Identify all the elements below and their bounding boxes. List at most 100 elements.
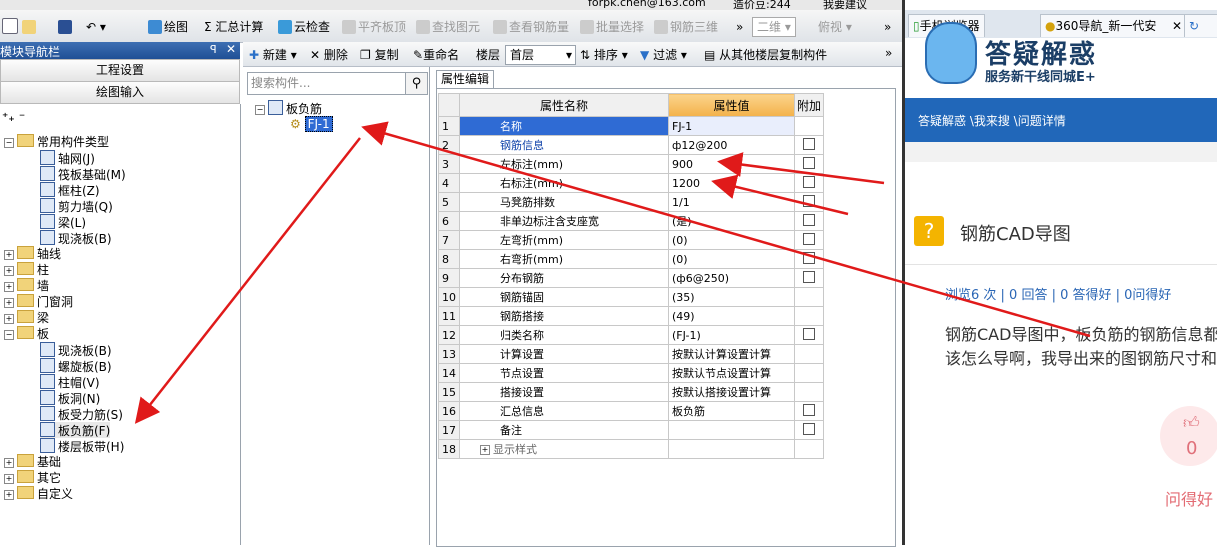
tree-item[interactable]: 现浇板(B)	[40, 342, 112, 358]
save-icon[interactable]	[58, 18, 74, 36]
find-element-button[interactable]: 查找图元	[416, 18, 480, 36]
extra-checkbox[interactable]	[803, 270, 815, 283]
view-rebar-button[interactable]: 查看钢筋量	[493, 18, 569, 36]
new-component-button[interactable]: ✚ 新建 ▾	[249, 46, 297, 63]
component-root[interactable]: − 板负筋	[255, 100, 322, 116]
tree-item[interactable]: 螺旋板(B)	[40, 358, 112, 374]
collapse-icon[interactable]: −	[255, 105, 265, 115]
floor-select[interactable]: 首层 ▾	[505, 45, 576, 65]
property-value[interactable]: 按默认计算设置计算	[668, 344, 795, 364]
extra-cell[interactable]	[794, 268, 824, 288]
expand-icon[interactable]: +	[4, 266, 14, 276]
suggest-link[interactable]: 我要建议	[823, 0, 867, 10]
property-value[interactable]: 按默认搭接设置计算	[668, 382, 795, 402]
property-row[interactable]: 16 汇总信息 板负筋	[438, 401, 824, 421]
property-value[interactable]: 板负筋	[668, 401, 795, 421]
property-value[interactable]: (49)	[668, 306, 795, 326]
breadcrumb-text[interactable]: 答疑解惑 \我来搜 \问题详情	[918, 112, 1066, 129]
property-value[interactable]: (0)	[668, 249, 795, 269]
property-row[interactable]: 6 非单边标注含支座宽 (是)	[438, 211, 824, 231]
property-row[interactable]: 4 右标注(mm) 1200	[438, 173, 824, 193]
property-row[interactable]: 18 + 显示样式	[438, 439, 824, 459]
component-search-input[interactable]: 搜索构件...	[247, 72, 407, 95]
property-row[interactable]: 15 搭接设置 按默认搭接设置计算	[438, 382, 824, 402]
tree-folder[interactable]: + 柱	[4, 262, 49, 278]
expand-icon[interactable]: +	[4, 282, 14, 292]
tree-folder[interactable]: + 自定义	[4, 486, 73, 502]
property-row[interactable]: 12 归类名称 (FJ-1)	[438, 325, 824, 345]
toolbar-more-icon-2[interactable]: »	[884, 18, 891, 36]
property-row[interactable]: 11 钢筋搭接 (49)	[438, 306, 824, 326]
tree-item[interactable]: 板负筋(F)	[40, 422, 111, 438]
property-value[interactable]: (是)	[668, 211, 795, 231]
expand-all-icon[interactable]: ⁺₊ ⁻	[2, 109, 25, 125]
tree-folder[interactable]: + 基础	[4, 454, 61, 470]
property-row[interactable]: 5 马凳筋排数 1/1	[438, 192, 824, 212]
extra-checkbox[interactable]	[803, 194, 815, 207]
property-value[interactable]	[668, 420, 795, 440]
rebar-3d-button[interactable]: 钢筋三维	[654, 18, 718, 36]
property-row[interactable]: 2 钢筋信息 ф12@200	[438, 135, 824, 155]
expand-icon[interactable]: +	[480, 445, 490, 455]
undo-icon[interactable]: ↶ ▾	[86, 18, 106, 36]
property-row[interactable]: 14 节点设置 按默认节点设置计算	[438, 363, 824, 383]
summary-calc-button[interactable]: Σ 汇总计算	[204, 18, 263, 36]
tree-folder[interactable]: − 常用构件类型	[4, 134, 109, 150]
tree-folder[interactable]: + 轴线	[4, 246, 61, 262]
tree-folder[interactable]: + 其它	[4, 470, 61, 486]
extra-cell[interactable]	[794, 135, 824, 155]
drawing-input-button[interactable]: 绘图输入	[0, 81, 240, 104]
property-row[interactable]: 17 备注	[438, 420, 824, 440]
extra-checkbox[interactable]	[803, 327, 815, 340]
property-value[interactable]: 1/1	[668, 192, 795, 212]
tree-folder[interactable]: − 板	[4, 326, 49, 342]
align-top-button[interactable]: 平齐板顶	[342, 18, 406, 36]
property-row[interactable]: 10 钢筋锚固 (35)	[438, 287, 824, 307]
extra-cell[interactable]	[794, 401, 824, 421]
extra-checkbox[interactable]	[803, 137, 815, 150]
property-value[interactable]: (0)	[668, 230, 795, 250]
tree-folder[interactable]: + 墙	[4, 278, 49, 294]
view-2d-select[interactable]: 二维 ▾	[752, 17, 796, 37]
property-row[interactable]: 8 右弯折(mm) (0)	[438, 249, 824, 269]
property-row[interactable]: 13 计算设置 按默认计算设置计算	[438, 344, 824, 364]
extra-checkbox[interactable]	[803, 422, 815, 435]
collapse-icon[interactable]: −	[4, 330, 14, 340]
like-label[interactable]: 问得好	[1165, 486, 1213, 510]
close-icon[interactable]: ✕	[226, 42, 236, 56]
sort-button[interactable]: ⇅ 排序 ▾	[580, 46, 628, 63]
pin-icon[interactable]: ꟼ	[210, 43, 217, 56]
tree-item[interactable]: 剪力墙(Q)	[40, 198, 113, 214]
tree-item[interactable]: 板受力筋(S)	[40, 406, 123, 422]
property-value[interactable]: 1200	[668, 173, 795, 193]
property-value[interactable]: (FJ-1)	[668, 325, 795, 345]
extra-cell[interactable]	[794, 325, 824, 345]
tree-item[interactable]: 筏板基础(M)	[40, 166, 126, 182]
property-row[interactable]: 1 名称 FJ-1	[438, 116, 824, 136]
copy-component-button[interactable]: ❐ 复制	[360, 46, 399, 63]
toolbar2-more-icon[interactable]: »	[885, 46, 892, 60]
extra-cell[interactable]	[794, 154, 824, 174]
extra-cell[interactable]	[794, 249, 824, 269]
cloud-check-button[interactable]: 云检查	[278, 18, 330, 36]
extra-checkbox[interactable]	[803, 213, 815, 226]
search-icon[interactable]: ⚲	[405, 72, 428, 95]
expand-icon[interactable]: +	[4, 490, 14, 500]
batch-select-button[interactable]: 批量选择	[580, 18, 644, 36]
component-item[interactable]: ⚙ FJ-1	[290, 116, 333, 132]
property-row[interactable]: 3 左标注(mm) 900	[438, 154, 824, 174]
property-row[interactable]: 7 左弯折(mm) (0)	[438, 230, 824, 250]
expand-icon[interactable]: +	[4, 314, 14, 324]
expand-icon[interactable]: +	[4, 458, 14, 468]
expand-icon[interactable]: +	[4, 250, 14, 260]
browser-tab-more[interactable]: ↻	[1184, 14, 1217, 37]
property-value[interactable]: (ф6@250)	[668, 268, 795, 288]
property-row[interactable]: 9 分布钢筋 (ф6@250)	[438, 268, 824, 288]
extra-checkbox[interactable]	[803, 232, 815, 245]
tab-close-icon[interactable]: ✕	[1172, 15, 1182, 37]
extra-checkbox[interactable]	[803, 175, 815, 188]
property-value[interactable]: 900	[668, 154, 795, 174]
tree-item[interactable]: 框柱(Z)	[40, 182, 100, 198]
extra-cell[interactable]	[794, 192, 824, 212]
extra-cell[interactable]	[794, 230, 824, 250]
